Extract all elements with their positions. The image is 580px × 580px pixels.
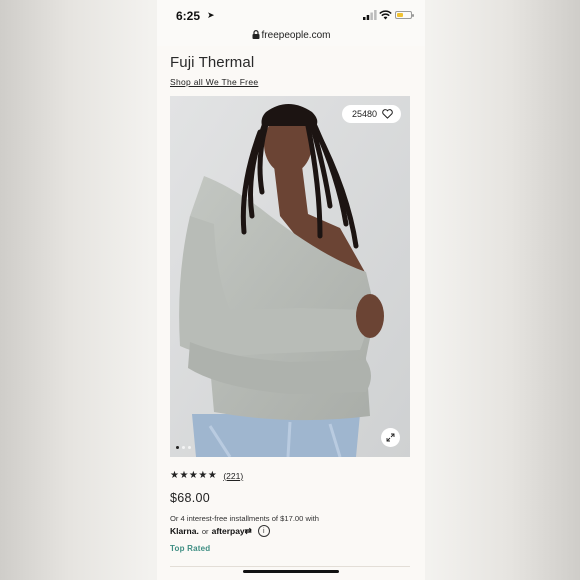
url-domain: freepeople.com — [261, 30, 331, 41]
like-count: 25480 — [351, 109, 377, 119]
phone-screen: 6:25 ➤ freepeople.com Fuji Thermal Shop … — [157, 0, 425, 580]
home-indicator[interactable] — [243, 570, 339, 573]
like-button[interactable]: 25480 — [341, 105, 401, 123]
product-rating: ★★★★★ (221) — [170, 470, 243, 481]
divider — [170, 566, 410, 567]
product-title: Fuji Thermal — [170, 54, 255, 71]
gallery-dot[interactable] — [188, 446, 191, 449]
product-photo — [170, 96, 410, 457]
address-bar[interactable]: freepeople.com — [157, 30, 425, 46]
installments-text: Or 4 interest-free installments of $17.0… — [170, 514, 319, 523]
review-count-link[interactable]: (221) — [223, 471, 243, 481]
gallery-dot[interactable] — [176, 446, 179, 449]
product-price: $68.00 — [170, 491, 211, 505]
product-image-gallery[interactable]: 25480 — [170, 96, 410, 457]
expand-icon — [386, 433, 395, 442]
battery-icon — [395, 11, 414, 19]
status-time: 6:25 — [176, 9, 201, 23]
top-rated-badge: Top Rated — [170, 544, 211, 553]
heart-icon — [382, 109, 393, 119]
info-icon[interactable]: i — [257, 525, 270, 537]
lock-icon — [252, 30, 260, 39]
wifi-icon — [379, 10, 392, 20]
payment-options: Klarna. or afterpay⇄ i — [170, 525, 270, 537]
shop-all-link[interactable]: Shop all We The Free — [170, 77, 258, 87]
gallery-pagination — [176, 446, 191, 449]
gallery-dot[interactable] — [182, 446, 185, 449]
rating-stars: ★★★★★ — [170, 470, 218, 481]
location-icon: ➤ — [207, 10, 215, 20]
signal-icon — [363, 10, 377, 20]
expand-image-button[interactable] — [381, 428, 400, 447]
product-page: Fuji Thermal Shop all We The Free 25480 … — [157, 46, 425, 580]
klarna-logo[interactable]: Klarna. — [170, 526, 199, 536]
afterpay-logo[interactable]: afterpay⇄ — [212, 526, 252, 537]
or-text: or — [201, 526, 209, 536]
status-bar: 6:25 ➤ — [157, 0, 425, 30]
